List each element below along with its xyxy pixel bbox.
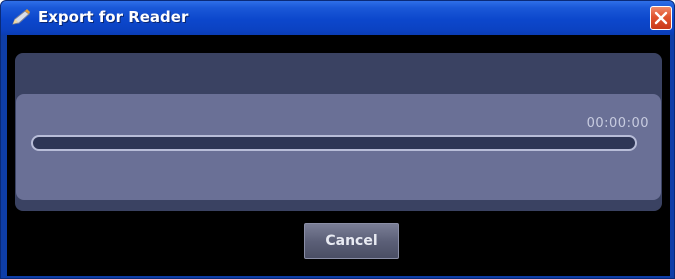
progress-bar [31, 135, 637, 151]
progress-panel: 00:00:00 [16, 94, 661, 200]
export-dialog-window: Export for Reader 00:00:00 Cancel [0, 0, 675, 279]
dialog-body: 00:00:00 Cancel [7, 35, 670, 276]
pencil-icon [10, 9, 32, 27]
title-bar[interactable]: Export for Reader [1, 1, 674, 35]
window-title: Export for Reader [38, 8, 189, 26]
cancel-button[interactable]: Cancel [304, 223, 399, 259]
export-panel: 00:00:00 [15, 53, 662, 211]
close-button[interactable] [650, 6, 672, 30]
elapsed-time: 00:00:00 [586, 116, 649, 131]
